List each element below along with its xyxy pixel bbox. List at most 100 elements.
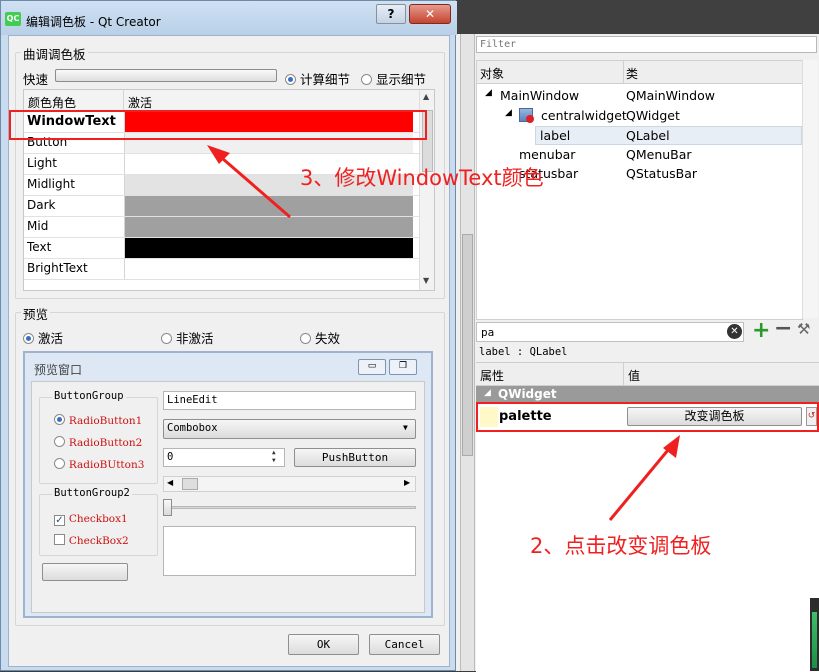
radio-icon[interactable] (54, 458, 65, 469)
wrench-icon[interactable]: ⚒ (797, 320, 810, 338)
role-row-brighttext[interactable]: BrightText (24, 259, 419, 280)
role-name: Mid (27, 219, 49, 233)
scrollbar-thumb[interactable] (462, 234, 473, 456)
radio-icon[interactable] (285, 74, 296, 85)
property-header: 属性 值 (476, 363, 819, 386)
close-button[interactable]: ✕ (409, 4, 451, 24)
chevron-down-icon[interactable]: ▼ (403, 423, 408, 432)
restore-icon[interactable]: ❐ (389, 359, 417, 375)
clear-search-icon[interactable]: ✕ (727, 324, 742, 339)
preview-textedit[interactable] (163, 526, 416, 576)
radio-icon[interactable] (361, 74, 372, 85)
preview-blank-button[interactable] (42, 563, 128, 581)
scroll-left-icon[interactable]: ◀ (167, 478, 173, 487)
scrollbar-thumb[interactable] (182, 478, 198, 490)
object-name: label (540, 128, 571, 143)
object-class: QMainWindow (626, 88, 715, 103)
scroll-down-icon[interactable]: ▼ (423, 276, 429, 285)
tree-row-mainwindow[interactable]: ◢ MainWindow QMainWindow (477, 86, 802, 106)
expand-arrow-icon[interactable]: ◢ (485, 88, 492, 98)
section-title: QWidget (498, 387, 557, 401)
slider-handle[interactable] (163, 499, 172, 516)
checkbox-2[interactable]: CheckBox2 (54, 533, 129, 547)
property-search-input[interactable] (476, 322, 744, 342)
role-row-text[interactable]: Text (24, 238, 419, 259)
column-divider (123, 90, 124, 111)
quick-color-button[interactable] (55, 69, 277, 82)
role-color-swatch[interactable] (124, 238, 413, 258)
buttongroup-2-title: ButtonGroup2 (52, 487, 132, 499)
preview-pushbutton[interactable]: PushButton (294, 448, 416, 467)
spin-value: 0 (167, 451, 174, 463)
role-color-swatch[interactable] (124, 217, 413, 237)
preview-mode-active[interactable]: 激活 (23, 328, 63, 347)
object-filter-input[interactable] (476, 36, 817, 53)
role-name: Dark (27, 198, 56, 212)
radio-button-2[interactable]: RadioButton2 (54, 435, 142, 449)
role-name: Text (27, 240, 52, 254)
annotation-step-3: 3、修改WindowText颜色 (300, 166, 544, 190)
preview-scrollbar[interactable]: ◀ ▶ (163, 476, 416, 492)
expand-arrow-icon[interactable]: ◢ (505, 108, 512, 118)
column-active: 激活 (128, 96, 153, 110)
preview-mode-inactive[interactable]: 非激活 (161, 328, 214, 347)
property-section-qwidget[interactable]: ◢ QWidget (476, 386, 819, 403)
dialog-titlebar[interactable]: QC 编辑调色板 - Qt Creator ? ✕ (1, 1, 457, 35)
preview-spinbox[interactable]: 0 ▲ ▼ (163, 448, 285, 467)
role-row-mid[interactable]: Mid (24, 217, 419, 238)
dialog-title: 编辑调色板 - Qt Creator (26, 15, 161, 29)
radio-icon[interactable] (54, 414, 65, 425)
role-color-swatch[interactable] (124, 196, 413, 216)
buttongroup-1-title: ButtonGroup (52, 390, 126, 402)
radio-icon[interactable] (300, 333, 311, 344)
object-class: QStatusBar (626, 166, 698, 181)
role-color-swatch[interactable] (124, 259, 413, 279)
quick-label: 快速 (23, 72, 49, 87)
preview-combobox[interactable]: Combobox ▼ (163, 419, 416, 439)
help-button[interactable]: ? (376, 4, 406, 24)
remove-property-icon[interactable]: − (774, 316, 792, 342)
tune-palette-title: 曲调调色板 (21, 44, 88, 63)
level-meter (810, 598, 819, 671)
radio-button-1[interactable]: RadioButton1 (54, 413, 142, 427)
add-property-icon[interactable]: + (752, 318, 770, 344)
collapse-arrow-icon[interactable]: ◢ (484, 388, 491, 398)
radio-button-3[interactable]: RadioBUtton3 (54, 457, 144, 471)
spin-arrows-icon[interactable]: ▲ ▼ (272, 449, 276, 465)
checkbox-1[interactable]: ✓ Checkbox1 (54, 511, 128, 526)
checkbox-label: CheckBox2 (68, 535, 129, 547)
preview-window-title: 预览窗口 (34, 363, 83, 377)
vertical-scrollbar[interactable] (460, 34, 475, 671)
tree-row-label[interactable]: label QLabel (535, 126, 802, 145)
compute-details-option[interactable]: 计算细节 (285, 69, 350, 88)
scroll-right-icon[interactable]: ▶ (404, 478, 410, 487)
preview-lineedit[interactable]: LineEdit (163, 391, 416, 410)
preview-window: 预览窗口 ▭ ❐ ButtonGroup RadioButton1 RadioB… (23, 351, 433, 618)
preview-slider-track[interactable] (163, 506, 416, 509)
option-label: 失效 (314, 331, 340, 346)
object-tree-header: 对象 类 (477, 61, 802, 84)
radio-icon[interactable] (23, 333, 34, 344)
cancel-button[interactable]: Cancel (369, 634, 440, 655)
radio-icon[interactable] (54, 436, 65, 447)
highlight-box-windowtext (9, 110, 427, 140)
column-class: 类 (626, 67, 639, 81)
layout-broken-icon (519, 108, 534, 123)
tree-row-centralwidget[interactable]: ◢ centralwidget QWidget (477, 106, 802, 126)
column-property: 属性 (480, 369, 505, 383)
minimize-icon[interactable]: ▭ (358, 359, 386, 375)
show-details-option[interactable]: 显示细节 (361, 69, 426, 88)
scroll-up-icon[interactable]: ▲ (423, 92, 429, 101)
object-tree-scrollbar[interactable] (802, 60, 818, 318)
object-class: QMenuBar (626, 147, 692, 162)
check-icon[interactable]: ✓ (54, 515, 65, 526)
object-name: menubar (519, 147, 576, 162)
property-context-label: label : QLabel (479, 346, 568, 358)
option-label: 非激活 (175, 331, 214, 346)
option-label: 显示细节 (375, 72, 426, 87)
radio-icon[interactable] (161, 333, 172, 344)
ok-button[interactable]: OK (288, 634, 359, 655)
roles-table-header: 颜色角色 激活 (24, 90, 419, 112)
preview-mode-disabled[interactable]: 失效 (300, 328, 340, 347)
role-row-dark[interactable]: Dark (24, 196, 419, 217)
